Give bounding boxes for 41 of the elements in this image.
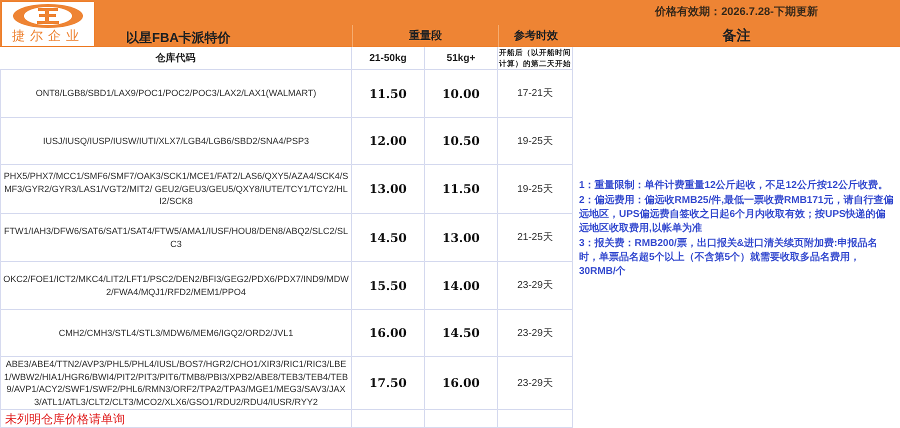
price-value: 12.00 <box>369 133 407 150</box>
warehouse-codes: ONT8/LGB8/SBD1/LAX9/POC1/POC2/POC3/LAX2/LAX1(WALMART) <box>36 87 316 100</box>
table-title: 以星FBA卡派特价 <box>126 29 231 47</box>
transit-time: 19-25天 <box>517 182 553 196</box>
price-value: 13.00 <box>369 181 407 198</box>
column-header: 21-50kg <box>369 52 407 66</box>
price-value: 10.00 <box>442 86 480 102</box>
price-value: 16.00 <box>442 375 480 392</box>
warehouse-codes: PHX5/PHX7/MCC1/SMF6/SMF7/OAK3/SCK1/MCE1/FAT2/LAS6/QXY5/AZA4/SCK4/SMF3/GYR2/GYR3/LAS1/VGT2/MIT2/ GEU2/GEU3/GEU5/QXY8/IUTE/TCY1/TCY2/HLI2/SCK8 <box>3 170 349 208</box>
transit-time: 23-29天 <box>517 279 553 293</box>
footer-note: 未列明仓库价格请单询 <box>4 412 125 426</box>
column-header: 仓库代码 <box>156 51 196 66</box>
price-value: 10.50 <box>442 133 480 150</box>
price-value: 14.00 <box>442 278 480 294</box>
logo-text: 捷尔企业 <box>12 30 84 44</box>
warehouse-codes: FTW1/IAH3/DFW6/SAT6/SAT1/SAT4/FTW5/AMA1/IUSF/HOU8/DEN8/ABQ2/SLC2/SLC3 <box>3 225 349 250</box>
warehouse-codes: OKC2/FOE1/ICT2/MKC4/LIT2/LFT1/PSC2/DEN2/BFI3/GEG2/PDX6/PDX7/IND9/MDW2/FWA4/MQJ1/RFD2/MEM1/PPO4 <box>3 273 349 298</box>
warehouse-codes: CMH2/CMH3/STL4/STL3/MDW6/MEM6/IGQ2/ORD2/JVL1 <box>58 326 294 340</box>
transit-time: 17-21天 <box>517 87 553 101</box>
column-group-header: 参考时效 <box>514 28 558 44</box>
warehouse-codes: ABE3/ABE4/TTN2/AVP3/PHL5/PHL4/IUSL/BOS7/HGR2/CHO1/XIR3/RIC1/RIC3/LBE1/WBW2/HIA1/HGR6/BWI4/PIT2/PIT3/PIT6/TMB8/PBI3/XPB2/ABE8/TEB3/TEB4/TEB9/AVP1/ACY2/SWF1/SWF2/PHL6/RMN3/ORF2/TPA2/TPA3/MGE1/MEG3/SAV3/JAX3/ATL1/ATL3/CLT2/CLT3/MCO2/XLX6/GSO1/RDU2/RDU4/IUSR/RYY2 <box>3 358 349 408</box>
price-value: 17.50 <box>369 375 407 392</box>
price-value: 15.50 <box>369 278 407 294</box>
price-value: 14.50 <box>369 230 407 246</box>
transit-time: 23-29天 <box>517 376 553 390</box>
warehouse-codes: IUSJ/IUSQ/IUSP/IUSW/IUTI/XLX7/LGB4/LGB6/SBD2/SNA4/PSP3 <box>42 134 310 148</box>
price-validity: 价格有效期：2026.7.28-下期更新 <box>655 4 818 20</box>
note-text: 1：重量限制：单件计费重量12公斤起收，不足12公斤按12公斤收费。 <box>579 178 889 192</box>
column-group-header: 重量段 <box>409 28 442 44</box>
price-value: 13.00 <box>442 230 480 246</box>
price-value: 14.50 <box>442 325 480 342</box>
price-value: 11.50 <box>369 86 407 102</box>
transit-time: 23-29天 <box>517 326 553 340</box>
notes-header: 备注 <box>722 26 750 46</box>
note-text: 2：偏远费用：偏远收RMB25/件,最低一票收费RMB171元，请自行查偏远地区，UPS偏远费自签收之日起6个月内收取有效；按UPS快递的偏远地区收取费用,以帐单为准 <box>579 194 894 236</box>
price-value: 16.00 <box>369 325 407 342</box>
transit-time: 21-25天 <box>517 231 553 245</box>
price-value: 11.50 <box>442 181 480 198</box>
note-text: 3：报关费：RMB200/票，出口报关&进口清关续页附加费:申报品名时，单票品名超5个以上（不含第5个）就需要收取多品名费用，30RMB/个 <box>579 236 878 278</box>
column-header: 51kg+ <box>446 52 476 66</box>
transit-time: 19-25天 <box>517 134 553 148</box>
